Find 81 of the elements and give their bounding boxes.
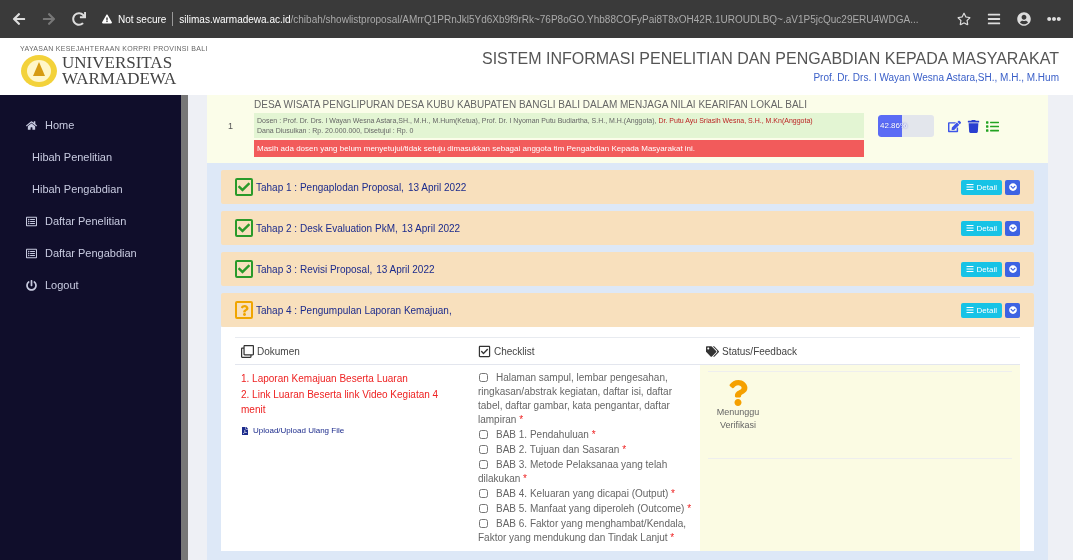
checklist-item[interactable]: Halaman sampul, lembar pengesahan, ringkasan/abstrak kegiatan, daftar isi, daftar tabel, daftar gambar, kata pengantar, daftar lampiran * (478, 371, 694, 427)
stage-title: Tahap 1 : Pengaplodan Proposal, (256, 181, 404, 193)
checklist-item[interactable]: BAB 2. Tujuan dan Sasaran * (478, 443, 694, 457)
chevron-down-icon (1008, 265, 1017, 273)
stage-title: Tahap 2 : Desk Evaluation PkM, (256, 222, 398, 234)
back-icon[interactable] (12, 12, 26, 26)
status-text: Menunggu Verifikasi (715, 406, 761, 432)
proposal-title: DESA WISATA PENGLIPURAN DESA KUBU KABUPATEN BANGLI BALI DALAM MENJAGA NILAI KEARIFAN LOKAL BALI (254, 98, 808, 111)
menu-icon (965, 265, 974, 273)
dropdown-button[interactable] (1005, 302, 1020, 318)
stage-date: 13 April 2022 (401, 222, 461, 234)
column-title: Status/Feedback (722, 345, 798, 357)
menu-icon (965, 306, 974, 314)
sidebar-item[interactable]: Home (0, 109, 181, 141)
list-icon (26, 247, 37, 259)
delete-icon[interactable] (967, 119, 980, 133)
documents-icon (241, 344, 254, 358)
reload-icon[interactable] (72, 12, 86, 26)
checklist-item[interactable]: BAB 3. Metode Pelaksanaa yang telah dilakukan * (478, 458, 694, 486)
security-label[interactable]: Not secure (118, 13, 167, 25)
menu-icon (965, 183, 974, 191)
alert-message: Masih ada dosen yang belum menyetujui/tidak setuju dimasukkan sebagai anggota tim Pengabdian Kepada Masyarakat ini. (254, 140, 864, 157)
upload-link[interactable]: Upload/Upload Ulang File (241, 426, 442, 435)
checkbox[interactable] (479, 519, 488, 528)
tag-icon (706, 344, 719, 358)
list-icon[interactable] (986, 119, 999, 133)
dropdown-button[interactable] (1005, 220, 1020, 236)
sidebar-item[interactable]: Logout (0, 269, 181, 301)
list-icon (26, 215, 37, 227)
checkbox[interactable] (479, 430, 488, 439)
checklist-item[interactable]: BAB 1. Pendahuluan * (478, 428, 694, 442)
logout-icon (26, 279, 37, 291)
checklist-item[interactable]: BAB 5. Manfaat yang diperoleh (Outcome) * (478, 502, 694, 516)
checkbox[interactable] (479, 373, 488, 382)
sidebar-item[interactable]: Daftar Penelitian (0, 205, 181, 237)
home-icon (26, 119, 37, 131)
user-name: Prof. Dr. Drs. I Wayan Wesna Astara,SH., M.H., M.Hum (813, 72, 1059, 83)
checkbox[interactable] (479, 445, 488, 454)
dropdown-button[interactable] (1005, 261, 1020, 277)
stage-header[interactable]: Tahap 2 : Desk Evaluation PkM, 13 April 2022 Detail (221, 211, 1034, 245)
dropdown-button[interactable] (1005, 179, 1020, 195)
forward-icon[interactable] (42, 12, 56, 26)
site-title: SISTEM INFORMASI PENELITIAN DAN PENGABDIAN KEPADA MASYARAKAT (482, 50, 1059, 68)
chevron-down-icon (1008, 306, 1017, 314)
chevron-down-icon (1008, 183, 1017, 191)
logo-name: WARMADEWA (62, 71, 177, 87)
sidebar-item[interactable]: Hibah Pengabdian (0, 173, 181, 205)
document-requirement: 1. Laporan Kemajuan Beserta Luaran (241, 372, 409, 386)
check-icon (235, 219, 253, 237)
chevron-down-icon (1008, 224, 1017, 232)
university-logo-icon (20, 54, 58, 88)
stage-title: Tahap 4 : Pengumpulan Laporan Kemajuan, (256, 304, 452, 316)
checklist-item[interactable]: BAB 4. Keluaran yang dicapai (Output) * (478, 487, 694, 501)
check-icon (235, 260, 253, 278)
edit-icon[interactable] (948, 119, 961, 133)
sidebar-item[interactable]: Daftar Pengabdian (0, 237, 181, 269)
checkbox-icon (478, 344, 491, 358)
sidebar-item[interactable]: Hibah Penelitian (0, 141, 181, 173)
address-bar[interactable]: silimas.warmadewa.ac.id/chibah/showlistproposal/AMrrQ1PRnJkl5Yd6Xb9f9rRk~76P8oGO.Yhb88COFyPai8T8xOH42R.1UROUDLBQ~.aV1P5jcQuc29ERU4WDGA... (179, 13, 919, 25)
checkbox[interactable] (479, 460, 488, 469)
favorite-icon[interactable] (957, 12, 971, 26)
checkbox[interactable] (479, 504, 488, 513)
stage-header[interactable]: Tahap 3 : Revisi Proposal, 13 April 2022 Detail (221, 252, 1034, 286)
row-number: 1 (227, 121, 234, 131)
column-title: Dokumen (257, 345, 300, 357)
stage-header[interactable]: Tahap 4 : Pengumpulan Laporan Kemajuan, Detail (221, 293, 1034, 327)
stage-title: Tahap 3 : Revisi Proposal, (256, 263, 373, 275)
menu-icon (965, 224, 974, 232)
column-title: Checklist (494, 345, 535, 357)
logo-name: UNIVERSITAS (62, 55, 174, 71)
warning-icon (102, 14, 112, 24)
profile-icon[interactable] (1017, 12, 1031, 26)
checkbox[interactable] (479, 489, 488, 498)
stage-date: 13 April 2022 (407, 181, 467, 193)
pdf-file-icon (241, 426, 249, 435)
checklist-item[interactable]: BAB 6. Faktor yang menghambat/Kendala, Faktor yang mendukung dan Tindak Lanjut * (478, 517, 694, 545)
check-icon (235, 178, 253, 196)
document-requirement: 2. Link Luaran Beserta link Video Kegiatan 4 menit (241, 388, 440, 417)
stage-date: 13 April 2022 (376, 263, 435, 275)
stage-header[interactable]: Tahap 1 : Pengaplodan Proposal, 13 April 2022 Detail (221, 170, 1034, 204)
question-icon (235, 301, 253, 319)
